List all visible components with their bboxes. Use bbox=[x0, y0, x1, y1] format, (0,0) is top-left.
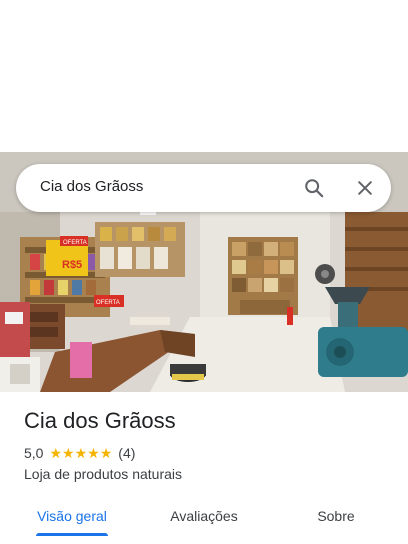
tab-about[interactable]: Sobre bbox=[286, 496, 386, 536]
star-icon: ★ bbox=[99, 445, 113, 461]
search-icon[interactable] bbox=[302, 176, 326, 200]
review-count[interactable]: (4) bbox=[118, 445, 135, 461]
place-tabs: Visão geral Avaliações Sobre bbox=[0, 496, 408, 544]
tab-reviews[interactable]: Avaliações bbox=[154, 496, 254, 536]
rating-row[interactable]: 5,0 ★ ★ ★ ★ ★ (4) bbox=[24, 444, 135, 462]
price-sign-label: R$5 bbox=[62, 259, 82, 271]
star-icon: ★ bbox=[62, 445, 75, 461]
search-query-text[interactable]: Cia dos Grãoss bbox=[40, 178, 143, 195]
close-icon[interactable] bbox=[353, 176, 377, 200]
top-blank-area bbox=[0, 0, 408, 152]
place-title: Cia dos Grãoss bbox=[24, 408, 176, 433]
tab-overview[interactable]: Visão geral bbox=[22, 496, 122, 536]
active-tab-indicator bbox=[36, 533, 108, 536]
star-icon: ★ bbox=[74, 445, 88, 461]
offer-sign-1-label: OFERTA bbox=[63, 240, 87, 246]
offer-sign-2-label: OFERTA bbox=[96, 300, 120, 306]
star-icon: ★ bbox=[49, 445, 63, 461]
star-rating: ★ ★ ★ ★ ★ bbox=[49, 446, 112, 460]
place-category: Loja de produtos naturais bbox=[24, 466, 182, 482]
search-bar[interactable]: Cia dos Grãoss bbox=[16, 164, 391, 212]
star-icon: ★ bbox=[87, 445, 100, 461]
rating-value: 5,0 bbox=[24, 445, 44, 461]
